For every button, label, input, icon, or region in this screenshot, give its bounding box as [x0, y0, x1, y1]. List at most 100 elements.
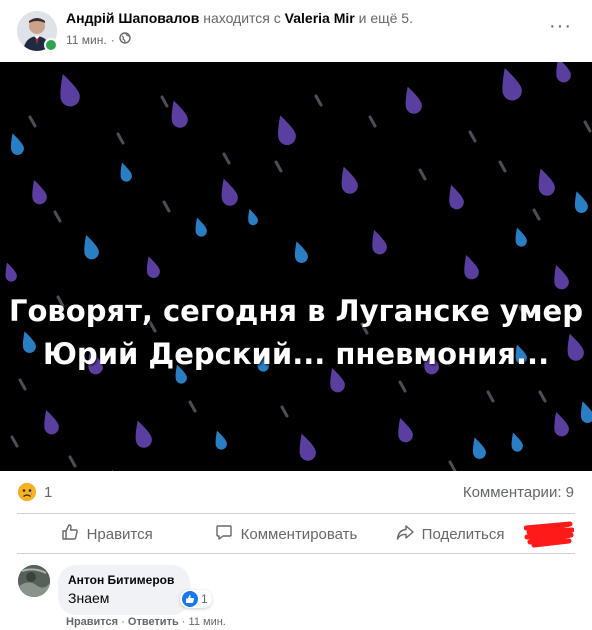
raindrop	[580, 401, 592, 423]
raindrop	[511, 432, 523, 452]
raindrop	[405, 86, 422, 114]
comment-reaction-badge[interactable]: 1	[180, 590, 212, 608]
commenter-name-link[interactable]: Антон Битимеров	[68, 573, 174, 587]
raindrop-pattern	[5, 62, 592, 471]
raindrop	[10, 133, 24, 155]
facebook-post: Андрій Шаповалов находится с Valeria Mir…	[0, 0, 592, 630]
comment-time-link[interactable]: 11 мин.	[189, 616, 226, 628]
rain-streak	[314, 94, 323, 107]
post-meta: 11 мин. ·	[66, 32, 131, 47]
rain-streak	[418, 168, 427, 181]
raindrop	[556, 62, 571, 83]
rain-streak	[188, 400, 197, 413]
raindrop	[120, 162, 132, 182]
raindrop	[171, 100, 188, 128]
post-header: Андрій Шаповалов находится с Valeria Mir…	[0, 0, 592, 62]
raindrop	[84, 235, 99, 260]
raindrop	[110, 470, 125, 471]
author-avatar[interactable]	[17, 11, 58, 52]
raindrop	[554, 412, 569, 437]
raindrop	[135, 420, 152, 448]
raindrop	[574, 191, 588, 213]
rain-streak	[280, 405, 289, 418]
post-header-title: Андрій Шаповалов находится с Valeria Mir…	[66, 10, 413, 26]
rain-streak	[532, 208, 541, 221]
image-caption-line-2: Юрий Дерский... пневмония...	[42, 337, 550, 371]
raindrop	[472, 437, 486, 459]
reactions-summary: 1 Комментарии: 9	[0, 472, 592, 512]
divider-top	[17, 513, 575, 514]
raindrop	[146, 256, 160, 278]
rain-streak	[368, 115, 377, 128]
raindrop	[195, 217, 207, 237]
online-status-indicator	[44, 38, 58, 52]
comments-count-link[interactable]: Комментарии: 9	[463, 484, 574, 501]
meta-separator: ·	[110, 32, 115, 47]
rain-streak	[162, 200, 171, 213]
comment-bubble-icon	[215, 523, 233, 545]
image-caption-line-1: Говорят, сегодня в Луганске умер	[9, 294, 583, 328]
author-name-link[interactable]: Андрій Шаповалов	[66, 10, 199, 26]
raindrop	[464, 255, 479, 280]
comment-text: Знаем	[68, 590, 110, 606]
raindrop	[44, 410, 59, 435]
rain-streak	[486, 390, 495, 403]
comment-button-label: Комментировать	[240, 525, 358, 543]
rain-streak	[583, 120, 592, 133]
raindrop	[294, 241, 308, 263]
rain-streak	[68, 455, 77, 468]
post-options-button[interactable]: ···	[549, 16, 572, 36]
raindrop	[5, 262, 17, 282]
raindrop	[515, 227, 527, 247]
rain-streak	[498, 160, 507, 173]
raindrop	[398, 418, 413, 443]
comment-reply-link[interactable]: Ответить	[128, 616, 179, 628]
divider-bottom	[17, 553, 575, 554]
rain-streak	[10, 435, 19, 448]
raindrop	[215, 430, 227, 450]
image-caption: Говорят, сегодня в Луганске умер Юрий Де…	[0, 290, 592, 376]
like-reaction-icon	[182, 591, 198, 607]
share-button-label: Поделиться	[421, 525, 505, 543]
rain-streak	[448, 460, 457, 471]
raindrop	[60, 74, 80, 107]
rain-streak	[538, 390, 547, 403]
comment-button[interactable]: Комментировать	[196, 515, 375, 553]
raindrop	[538, 168, 555, 196]
with-text: находится с	[199, 10, 285, 26]
rain-streak	[222, 152, 231, 165]
post-actions-bar: Нравится Комментировать Поделиться	[17, 515, 575, 553]
comment-like-count: 1	[201, 592, 208, 606]
comment-bubble: Антон Битимеров Знаем	[58, 565, 191, 615]
raindrop	[299, 433, 316, 461]
commenter-avatar[interactable]	[18, 565, 50, 597]
tagged-more-link[interactable]: и ещё 5	[355, 10, 410, 26]
rain-streak	[18, 378, 27, 391]
like-button-label: Нравится	[86, 525, 153, 543]
rain-streak	[116, 132, 125, 145]
raindrop	[554, 265, 569, 290]
comment-like-link[interactable]: Нравится	[66, 616, 118, 628]
comment-actions: Нравится · Ответить · 11 мин.	[66, 616, 226, 628]
rain-streak	[274, 160, 283, 173]
raindrop	[278, 115, 296, 146]
post-image[interactable]: Говорят, сегодня в Луганске умер Юрий Де…	[0, 62, 592, 471]
reactions-count[interactable]: 1	[44, 484, 52, 501]
raindrop	[32, 180, 47, 205]
like-button[interactable]: Нравится	[17, 515, 196, 553]
globe-icon[interactable]	[119, 32, 131, 47]
comment-meta-separator-1: ·	[121, 616, 125, 628]
red-redaction-scribble	[524, 521, 574, 548]
raindrop	[248, 209, 258, 226]
tagged-user-link[interactable]: Valeria Mir	[285, 10, 355, 26]
rain-streak	[398, 380, 407, 393]
rain-streak	[53, 210, 62, 223]
raindrop	[372, 230, 387, 255]
sad-face-icon[interactable]	[18, 483, 36, 501]
raindrop	[221, 178, 238, 206]
post-time-link[interactable]: 11 мин.	[66, 33, 107, 47]
thumbs-up-icon	[61, 523, 79, 545]
rain-streak	[468, 130, 477, 143]
rain-streak	[160, 95, 169, 108]
title-period: .	[409, 10, 413, 26]
